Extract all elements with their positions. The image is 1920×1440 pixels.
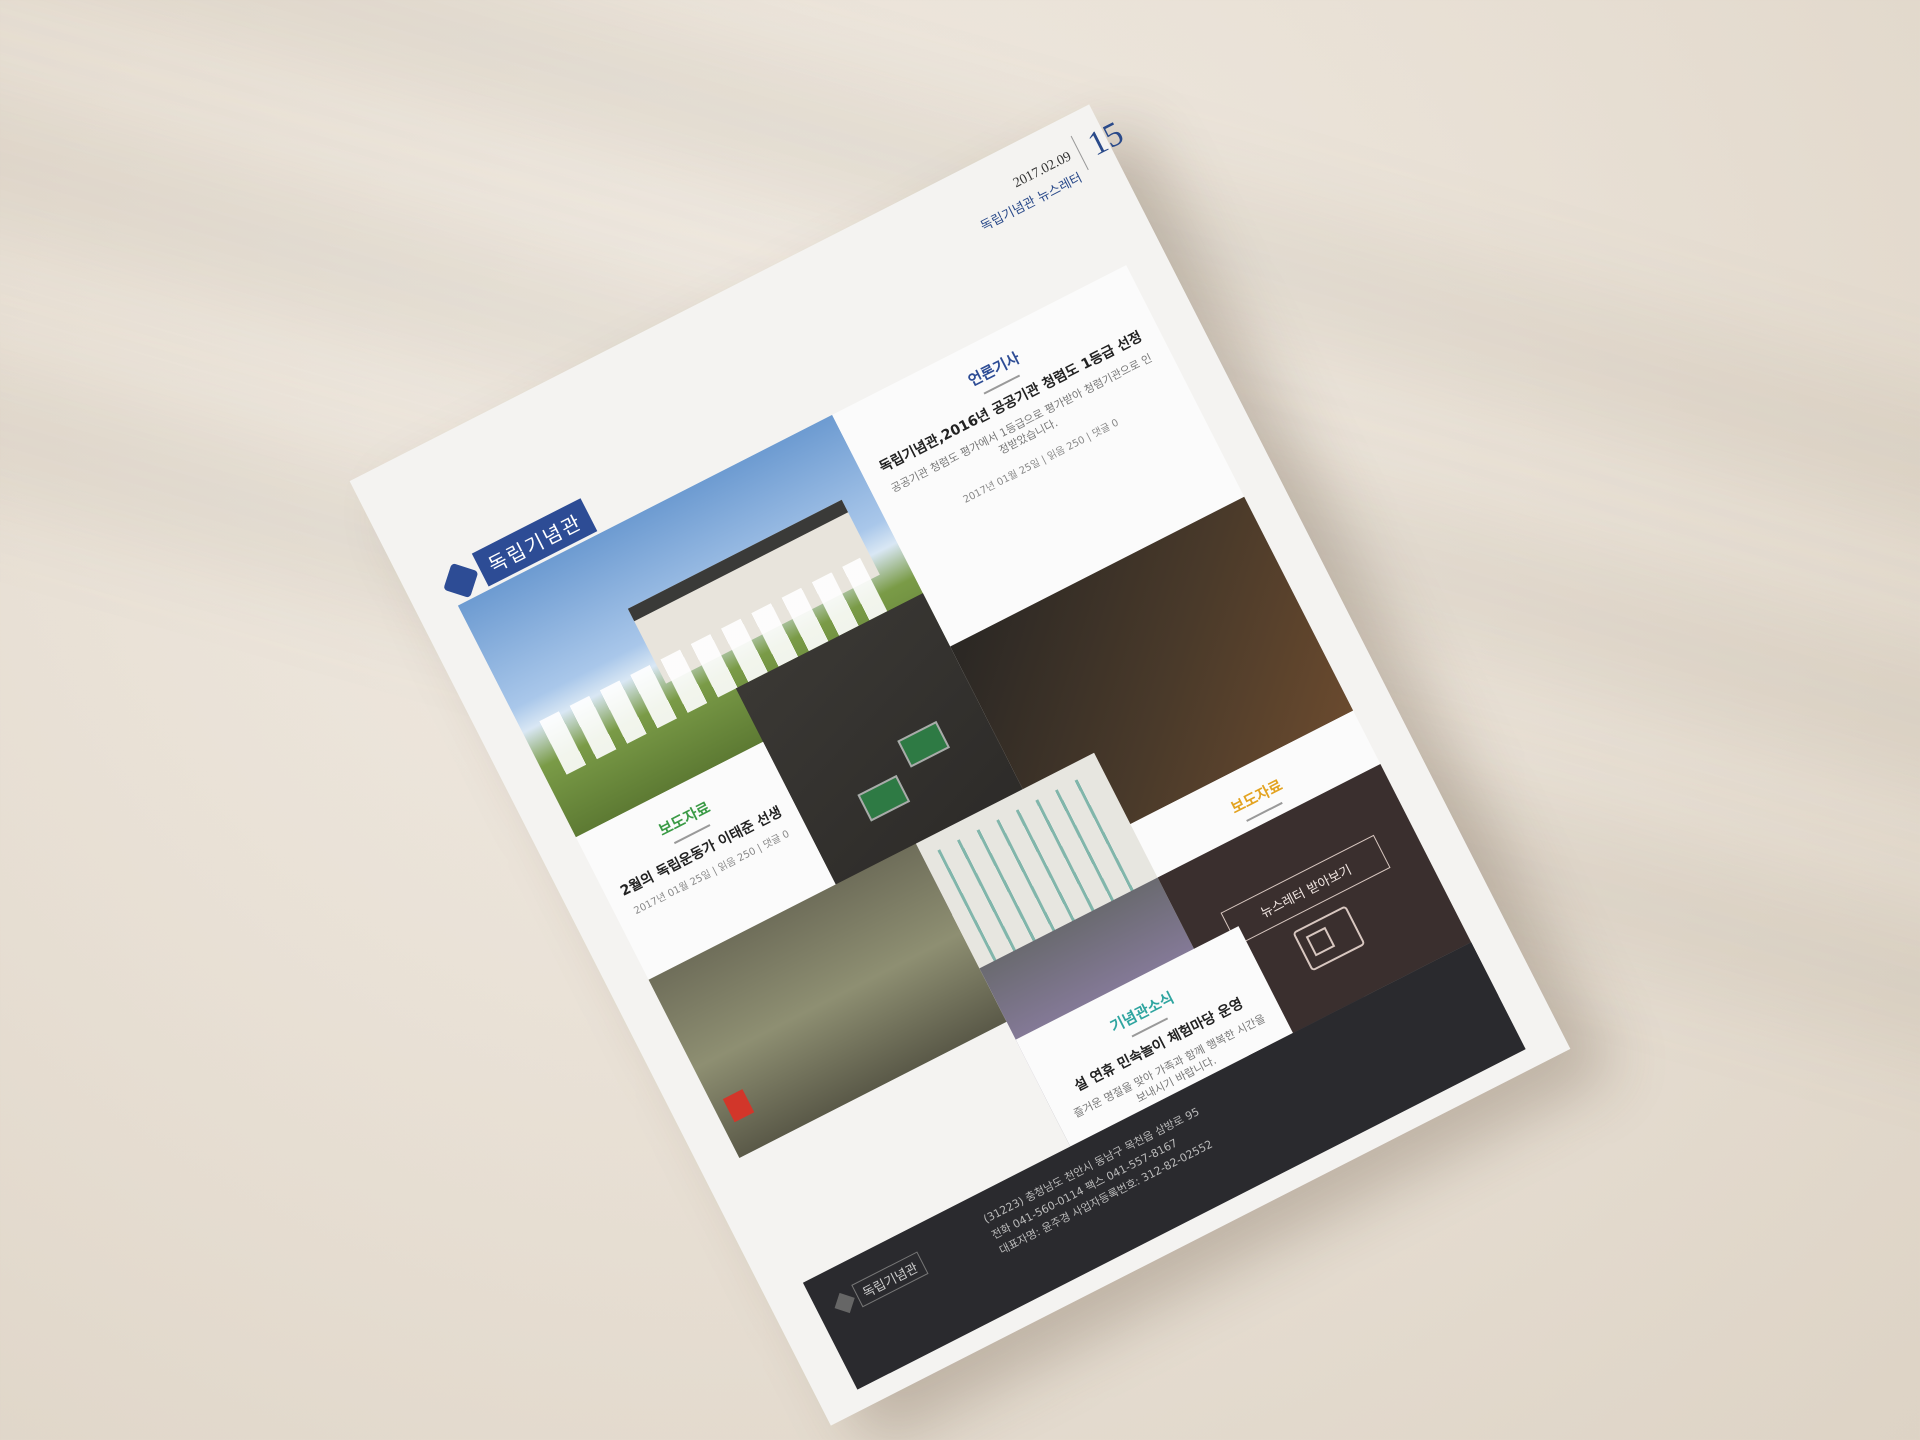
display-screen xyxy=(897,720,951,768)
newspaper-icon xyxy=(1292,905,1366,972)
header-meta: 2017.02.09 독립기념관 뉴스레터 xyxy=(968,149,1084,234)
display-screen xyxy=(857,774,911,822)
footer-logo[interactable]: 독립기념관 xyxy=(832,1251,929,1318)
logo-icon xyxy=(834,1292,855,1313)
footer-logo-text: 독립기념관 xyxy=(851,1251,929,1308)
badge-icon xyxy=(722,1089,755,1123)
logo-icon xyxy=(442,562,479,598)
